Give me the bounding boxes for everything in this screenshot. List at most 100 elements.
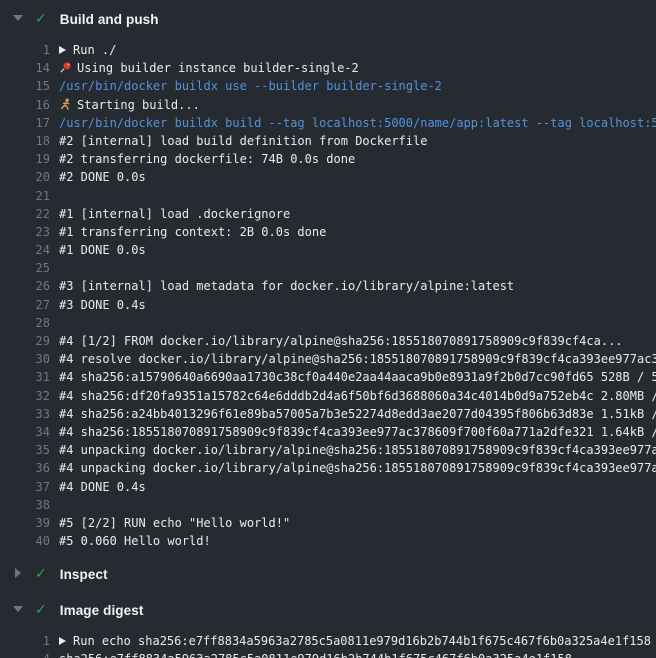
log-line: 35 #4 unpacking docker.io/library/alpine@…: [0, 441, 656, 459]
section-header-image-digest[interactable]: ✓Image digest: [0, 595, 656, 625]
log-line: 33#4 sha256:a24bb4013296f61e89ba57005a7b…: [0, 405, 656, 423]
line-number[interactable]: 32: [0, 387, 50, 405]
line-number[interactable]: 18: [0, 132, 50, 150]
line-number[interactable]: 40: [0, 532, 50, 550]
log-text: #5 0.060 Hello world!: [50, 532, 211, 550]
log-block-build-and-push: 1 Run ./ 14 Using builder instance builder-…: [0, 41, 656, 550]
section-label: Image digest: [60, 603, 144, 618]
line-number[interactable]: 36: [0, 459, 50, 477]
line-number[interactable]: 14: [0, 59, 50, 77]
line-number[interactable]: 1: [0, 632, 50, 650]
pin-icon: [59, 61, 72, 77]
chevron-right-icon[interactable]: [13, 569, 24, 579]
log-text-value: #4 [1/2] FROM docker.io/library/alpine@s…: [59, 334, 623, 348]
log-line: 30 #4 resolve docker.io/library/alpine@sh…: [0, 350, 656, 368]
line-number[interactable]: 23: [0, 223, 50, 241]
log-text: #4 unpacking docker.io/library/alpine@sh…: [50, 459, 656, 477]
log-text: [50, 496, 59, 514]
play-icon[interactable]: [59, 637, 66, 645]
line-number[interactable]: 34: [0, 423, 50, 441]
log-text-value: #4 unpacking docker.io/library/alpine@sh…: [59, 443, 656, 457]
line-number[interactable]: 30: [0, 350, 50, 368]
line-number[interactable]: 16: [0, 96, 50, 114]
line-number[interactable]: 15: [0, 77, 50, 95]
line-number[interactable]: 29: [0, 332, 50, 350]
line-number[interactable]: 24: [0, 241, 50, 259]
log-line: 25: [0, 259, 656, 277]
log-text-value: #4 DONE 0.4s: [59, 480, 146, 494]
check-icon: ✓: [35, 566, 47, 582]
line-number[interactable]: 28: [0, 314, 50, 332]
log-line: 37 #4 DONE 0.4s: [0, 478, 656, 496]
log-text: #2 DONE 0.0s: [50, 168, 146, 186]
log-line: 27 #3 DONE 0.4s: [0, 296, 656, 314]
log-text-value: #3 DONE 0.4s: [59, 298, 146, 312]
log-text: [50, 259, 59, 277]
log-text-value: #2 DONE 0.0s: [59, 170, 146, 184]
actions-job-log: ✓Build and push1Run ./14Using builder in…: [0, 0, 656, 658]
section-header-inspect[interactable]: ✓ Inspect: [0, 559, 656, 589]
line-number[interactable]: 22: [0, 205, 50, 223]
chevron-down-icon[interactable]: [13, 14, 24, 24]
log-text: #2 transferring dockerfile: 74B 0.0s don…: [50, 150, 355, 168]
log-line: 40#5 0.060 Hello world!: [0, 532, 656, 550]
log-text-value: #4 sha256:a15790640a6690aa1730c38cf0a440…: [59, 370, 656, 384]
log-line: 32#4 sha256:df20fa9351a15782c64e6dddb2d4…: [0, 387, 656, 405]
line-number[interactable]: 20: [0, 168, 50, 186]
line-number[interactable]: 19: [0, 150, 50, 168]
log-text: sha256:e7ff8834a5963a2785c5a0811e979d16b…: [50, 650, 572, 658]
log-text: [50, 314, 59, 332]
runner-icon: [59, 98, 72, 114]
line-number[interactable]: 1: [0, 41, 50, 59]
log-block-image-digest: 1Run echo sha256:e7ff8834a5963a2785c5a08…: [0, 632, 656, 658]
line-number[interactable]: 33: [0, 405, 50, 423]
line-number[interactable]: 27: [0, 296, 50, 314]
log-text: #4 sha256:df20fa9351a15782c64e6dddb2d4a6…: [50, 387, 656, 405]
log-line: 31 #4 sha256:a15790640a6690aa1730c38cf0a4…: [0, 368, 656, 386]
log-text: #2 [internal] load build definition from…: [50, 132, 427, 150]
line-number[interactable]: 38: [0, 496, 50, 514]
log-text-value: Using builder instance builder-single-2: [77, 61, 359, 75]
line-number[interactable]: 39: [0, 514, 50, 532]
log-line: 1 Run ./: [0, 41, 656, 59]
line-number[interactable]: 4: [0, 650, 50, 658]
log-text: #3 DONE 0.4s: [50, 296, 146, 314]
line-number[interactable]: 35: [0, 441, 50, 459]
log-line: 36#4 unpacking docker.io/library/alpine@…: [0, 459, 656, 477]
log-text: Starting build...: [50, 96, 200, 114]
line-number[interactable]: 17: [0, 114, 50, 132]
section-label: Inspect: [60, 567, 108, 582]
log-text-value: Starting build...: [77, 98, 200, 112]
log-text-value: #4 sha256:185518070891758909c9f839cf4ca3…: [59, 425, 656, 439]
log-line: 39 #5 [2/2] RUN echo "Hello world!": [0, 514, 656, 532]
line-number[interactable]: 26: [0, 277, 50, 295]
log-line: 22#1 [internal] load .dockerignore: [0, 205, 656, 223]
log-text: #1 [internal] load .dockerignore: [50, 205, 290, 223]
log-text: [50, 187, 59, 205]
line-number[interactable]: 37: [0, 478, 50, 496]
log-line: 23#1 transferring context: 2B 0.0s done: [0, 223, 656, 241]
log-line: 21: [0, 187, 656, 205]
log-command-text: /usr/bin/docker buildx build --tag local…: [50, 114, 656, 132]
log-text: #5 [2/2] RUN echo "Hello world!": [50, 514, 290, 532]
log-text-value: #4 resolve docker.io/library/alpine@sha2…: [59, 352, 656, 366]
chevron-down-icon[interactable]: [13, 605, 24, 615]
log-text: #1 DONE 0.0s: [50, 241, 146, 259]
log-text-value: /usr/bin/docker buildx build --tag local…: [59, 116, 656, 130]
log-text: #4 resolve docker.io/library/alpine@sha2…: [50, 350, 656, 368]
log-text-value: #1 DONE 0.0s: [59, 243, 146, 257]
log-text-value: Run ./: [73, 43, 116, 57]
section-header-build-and-push[interactable]: ✓Build and push: [0, 4, 656, 34]
log-line: 14 Using builder instance builder-single-…: [0, 59, 656, 77]
line-number[interactable]: 31: [0, 368, 50, 386]
play-icon[interactable]: [59, 46, 66, 54]
log-text-value: #5 [2/2] RUN echo "Hello world!": [59, 516, 290, 530]
log-line: 26#3 [internal] load metadata for docker…: [0, 277, 656, 295]
line-number[interactable]: 21: [0, 187, 50, 205]
log-text: #4 sha256:185518070891758909c9f839cf4ca3…: [50, 423, 656, 441]
log-line: 16 Starting build...: [0, 96, 656, 114]
line-number[interactable]: 25: [0, 259, 50, 277]
log-line: 28: [0, 314, 656, 332]
log-text: #4 sha256:a15790640a6690aa1730c38cf0a440…: [50, 368, 656, 386]
log-text: #4 DONE 0.4s: [50, 478, 146, 496]
